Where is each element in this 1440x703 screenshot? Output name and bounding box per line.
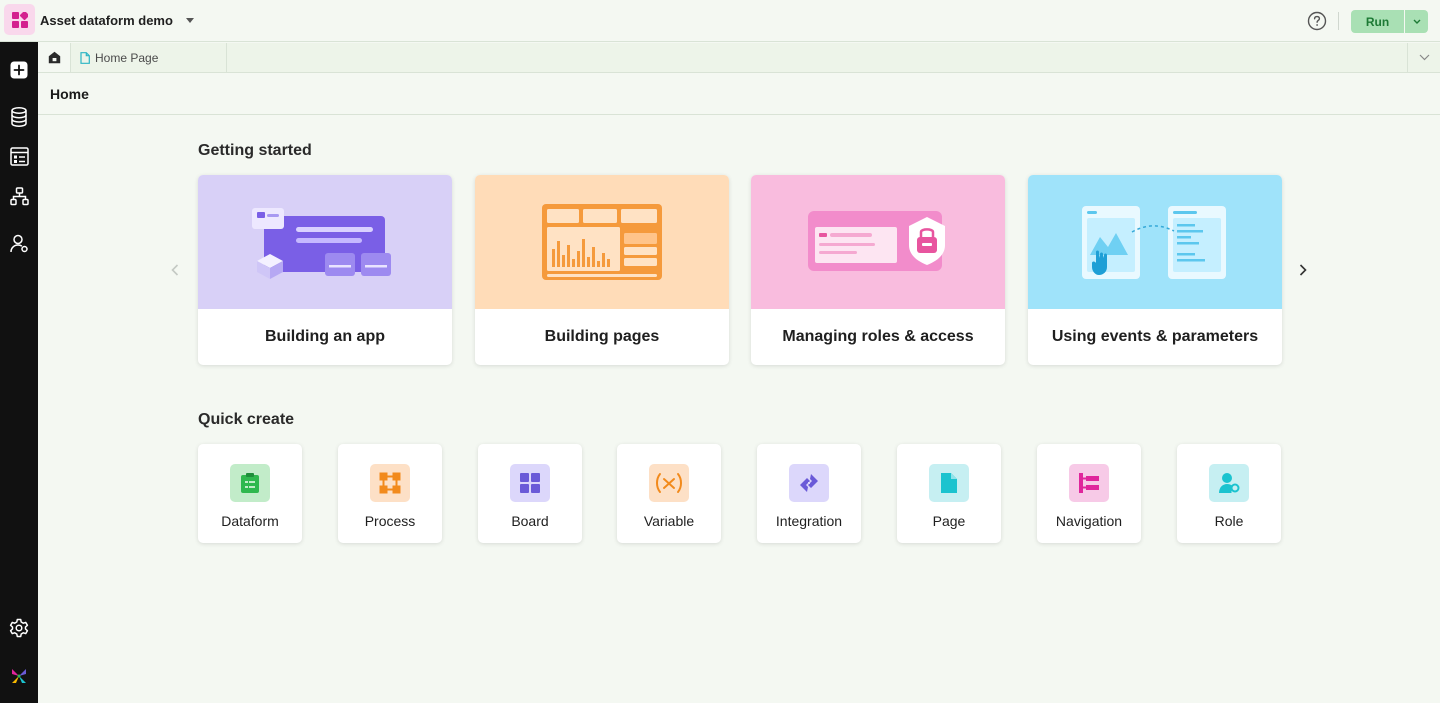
quick-create-page-button[interactable]: Page bbox=[897, 444, 1001, 543]
page-title: Home bbox=[50, 86, 89, 102]
quick-create-label: Integration bbox=[775, 513, 843, 529]
card-label: Managing roles & access bbox=[782, 328, 974, 345]
page-header: Home bbox=[38, 73, 1440, 115]
left-sidebar bbox=[0, 42, 38, 703]
quick-create-navigation-button[interactable]: Navigation bbox=[1037, 444, 1141, 543]
card-label: Building pages bbox=[544, 328, 660, 345]
getting-started-card-building-app[interactable]: Building an app bbox=[198, 175, 452, 365]
quick-create-role-button[interactable]: Role bbox=[1177, 444, 1281, 543]
carousel-next-chevron-icon[interactable] bbox=[1296, 263, 1310, 277]
building-pages-illustration bbox=[475, 175, 729, 309]
quick-create-process-button[interactable]: Process bbox=[338, 444, 442, 543]
quick-create-board-button[interactable]: Board bbox=[478, 444, 582, 543]
run-options-chevron-icon[interactable] bbox=[1405, 10, 1428, 33]
add-icon[interactable] bbox=[9, 60, 29, 80]
integration-icon bbox=[789, 464, 829, 502]
card-label: Building an app bbox=[265, 328, 385, 345]
page-file-icon bbox=[80, 51, 90, 64]
quick-create-label: Dataform bbox=[221, 513, 279, 529]
quick-create-label: Variable bbox=[643, 513, 695, 529]
app-logo[interactable] bbox=[4, 4, 35, 35]
home-tab[interactable] bbox=[38, 43, 71, 72]
quick-create-label: Page bbox=[932, 513, 966, 529]
events-parameters-illustration bbox=[1028, 175, 1282, 309]
quick-create-label: Process bbox=[364, 513, 416, 529]
brand-butterfly-icon[interactable] bbox=[9, 666, 29, 686]
tab-home-page[interactable]: Home Page bbox=[71, 43, 227, 72]
quick-create-integration-button[interactable]: Integration bbox=[757, 444, 861, 543]
carousel-prev-chevron-icon[interactable] bbox=[168, 263, 182, 277]
quick-create-dataform-button[interactable]: Dataform bbox=[198, 444, 302, 543]
app-name[interactable]: Asset dataform demo bbox=[40, 13, 173, 28]
tab-label: Home Page bbox=[95, 50, 159, 65]
process-icon bbox=[370, 464, 410, 502]
dataform-icon bbox=[230, 464, 270, 502]
topbar-divider bbox=[1338, 12, 1339, 30]
app-grid-icon bbox=[11, 11, 28, 28]
process-flow-icon[interactable] bbox=[9, 186, 29, 206]
card-label: Using events & parameters bbox=[1051, 328, 1259, 345]
board-icon bbox=[510, 464, 550, 502]
tab-overflow-chevron-icon[interactable] bbox=[1407, 43, 1440, 72]
building-app-illustration bbox=[198, 175, 452, 309]
help-icon[interactable] bbox=[1307, 11, 1327, 31]
quick-create-label: Board bbox=[511, 513, 549, 529]
getting-started-card-events-parameters[interactable]: Using events & parameters bbox=[1028, 175, 1282, 365]
run-button[interactable]: Run bbox=[1351, 10, 1404, 33]
database-icon[interactable] bbox=[9, 107, 29, 127]
quick-create-label: Role bbox=[1214, 513, 1244, 529]
navigation-icon bbox=[1069, 464, 1109, 502]
run-button-group: Run bbox=[1351, 10, 1428, 33]
getting-started-card-building-pages[interactable]: Building pages bbox=[475, 175, 729, 365]
page-icon bbox=[929, 464, 969, 502]
variable-icon bbox=[649, 464, 689, 502]
user-roles-icon[interactable] bbox=[9, 233, 29, 253]
quick-create-heading: Quick create bbox=[198, 411, 295, 428]
managing-roles-illustration bbox=[751, 175, 1005, 309]
tab-strip: Home Page bbox=[38, 43, 1440, 73]
getting-started-heading: Getting started bbox=[198, 142, 312, 159]
quick-create-label: Navigation bbox=[1055, 513, 1123, 529]
home-icon bbox=[48, 51, 60, 64]
settings-gear-icon[interactable] bbox=[9, 618, 29, 638]
getting-started-card-managing-roles[interactable]: Managing roles & access bbox=[751, 175, 1005, 365]
board-layout-icon[interactable] bbox=[9, 146, 29, 166]
app-menu-caret-icon[interactable] bbox=[184, 13, 196, 27]
top-bar: Asset dataform demo Run bbox=[0, 0, 1440, 42]
role-icon bbox=[1209, 464, 1249, 502]
quick-create-variable-button[interactable]: Variable bbox=[617, 444, 721, 543]
